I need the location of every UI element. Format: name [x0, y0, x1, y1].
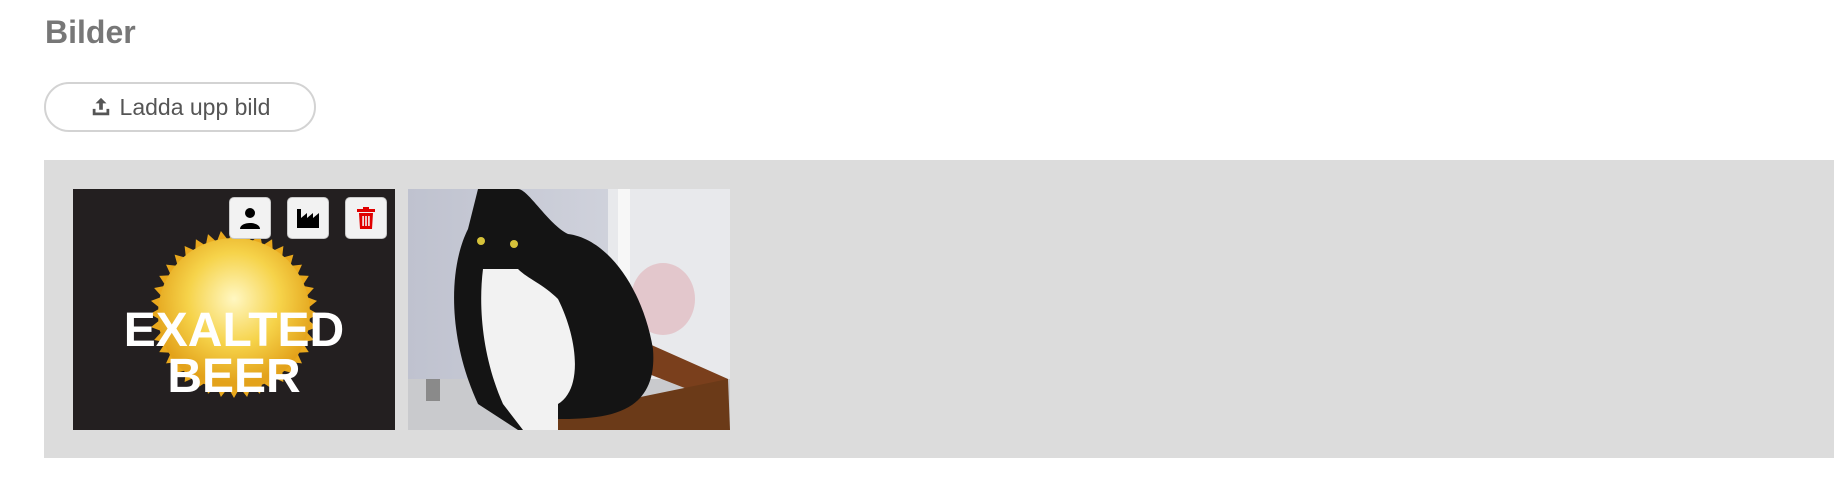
gallery-image-photo[interactable]	[408, 189, 730, 430]
gallery-image-logo[interactable]: EXALTED BEER	[73, 189, 395, 430]
upload-image-button[interactable]: Ladda upp bild	[44, 82, 316, 132]
user-icon	[240, 208, 260, 229]
trash-icon	[357, 207, 375, 229]
delete-button[interactable]	[345, 197, 387, 239]
set-cover-button[interactable]	[287, 197, 329, 239]
factory-icon	[297, 209, 319, 228]
set-profile-button[interactable]	[229, 197, 271, 239]
image-actions	[229, 197, 387, 239]
image-gallery: EXALTED BEER	[44, 160, 1834, 458]
page-title: Bilder	[45, 14, 136, 50]
upload-button-label: Ladda upp bild	[119, 93, 271, 120]
cat-photo-image	[408, 189, 730, 430]
logo-text-line2: BEER	[167, 350, 300, 403]
upload-icon	[92, 97, 109, 116]
